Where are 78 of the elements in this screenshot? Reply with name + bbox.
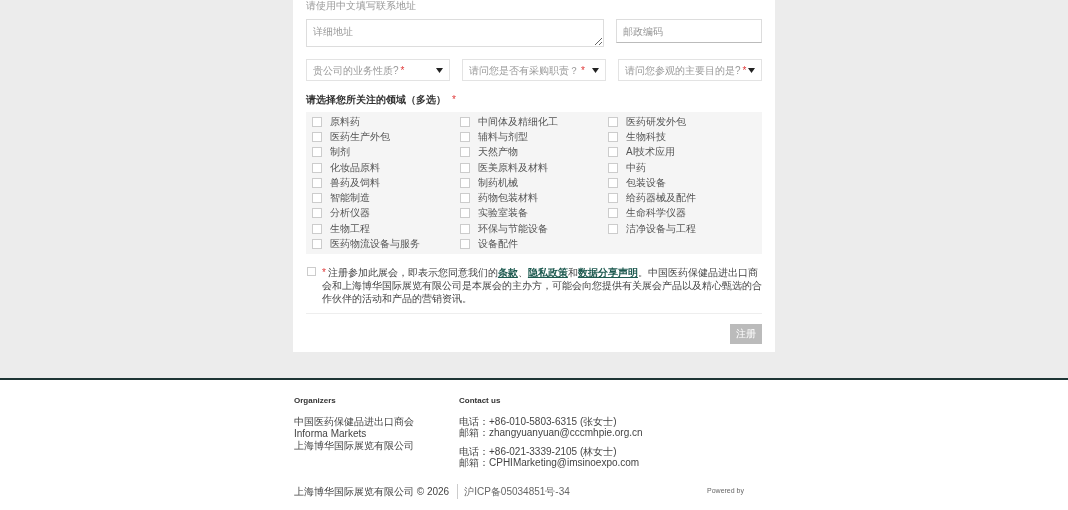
- checkbox-label: 药物包装材料: [478, 193, 538, 204]
- checkbox[interactable]: [608, 223, 618, 234]
- contact-text: 电话：+86-021-3339-2105 (林女士): [459, 446, 617, 457]
- checkbox[interactable]: [608, 147, 618, 158]
- contact-text: 电话：+86-010-5803-6315 (张女士): [459, 416, 618, 427]
- checkbox[interactable]: [460, 131, 470, 142]
- checkbox-label: 中药: [626, 162, 646, 173]
- terms-link[interactable]: 条款: [497, 266, 518, 278]
- checkbox-label: 原料药: [330, 116, 360, 127]
- checkbox-label: 实验室装备: [478, 208, 528, 219]
- checkbox-label: 生命科学仪器: [626, 208, 686, 219]
- postcode-field[interactable]: 邮政编码: [616, 19, 762, 43]
- checkbox-label: 医美原料及材料: [478, 162, 548, 173]
- consent-checkbox[interactable]: [307, 266, 316, 276]
- interests-label: 请选择您所关注的领域（多选） *: [306, 93, 457, 107]
- checkbox[interactable]: [312, 177, 322, 188]
- checkbox[interactable]: [460, 223, 470, 234]
- checkbox[interactable]: [312, 116, 322, 127]
- checkbox-label: 洁净设备与工程: [626, 223, 696, 234]
- checkbox-label: 化妆品原料: [330, 162, 380, 173]
- checkbox-label: 医药物流设备与服务: [330, 239, 420, 249]
- address-field[interactable]: 详细地址: [306, 19, 604, 47]
- checkbox-label: 兽药及饲料: [330, 177, 380, 188]
- checkbox[interactable]: [608, 208, 618, 219]
- checkbox-label: 医药研发外包: [626, 116, 686, 127]
- organizer-link[interactable]: 上海博华国际展览有限公司: [294, 440, 459, 452]
- select-dropdown[interactable]: 请问您参观的主要目的是? *: [618, 59, 762, 81]
- checkbox[interactable]: [608, 193, 618, 204]
- hint-text: 请使用中文填写联系地址: [306, 0, 417, 11]
- terms-link[interactable]: 数据分享声明: [577, 266, 638, 278]
- checkbox[interactable]: [312, 223, 322, 234]
- organizer-link[interactable]: 中国医药保健品进出口商会: [294, 416, 459, 428]
- organizer-link[interactable]: Informa Markets: [294, 428, 459, 440]
- checkbox[interactable]: [312, 162, 322, 173]
- checkbox[interactable]: [460, 208, 470, 219]
- checkbox-label: 辅料与剂型: [478, 131, 528, 142]
- checkbox-label: 环保与节能设备: [478, 223, 548, 234]
- checkbox[interactable]: [460, 116, 470, 127]
- checkbox-label: 分析仪器: [330, 208, 370, 219]
- checkbox-label: 智能制造: [330, 193, 370, 204]
- select-dropdown[interactable]: 请问您是否有采购职责？ *: [462, 59, 606, 81]
- checkbox[interactable]: [608, 131, 618, 142]
- checkbox[interactable]: [460, 162, 470, 173]
- checkbox[interactable]: [460, 193, 470, 204]
- caret-icon: [436, 67, 443, 73]
- column-heading: Organizers: [294, 395, 337, 407]
- checkbox-label: 制剂: [330, 147, 350, 158]
- terms-link[interactable]: 隐私政策: [527, 266, 568, 278]
- checkbox[interactable]: [312, 147, 322, 158]
- checkbox[interactable]: [460, 177, 470, 188]
- checkbox-label: 中间体及精细化工: [478, 116, 558, 127]
- checkbox-label: 制药机械: [478, 177, 518, 188]
- checkbox[interactable]: [460, 239, 470, 249]
- checkbox[interactable]: [608, 177, 618, 188]
- checkbox[interactable]: [312, 193, 322, 204]
- select-dropdown[interactable]: 贵公司的业务性质? *: [306, 59, 450, 81]
- icp-link[interactable]: 沪ICP备05034851号-34: [457, 484, 570, 499]
- contact-text: 邮箱：CPHIMarketing@imsinoexpo.com: [459, 457, 641, 468]
- checkbox[interactable]: [608, 116, 618, 127]
- checkbox-label: 给药器械及配件: [626, 193, 696, 204]
- checkbox[interactable]: [312, 208, 322, 219]
- checkbox-label: 医药生产外包: [330, 131, 390, 142]
- checkbox[interactable]: [608, 162, 618, 173]
- checkbox[interactable]: [312, 131, 322, 142]
- checkbox[interactable]: [312, 239, 322, 249]
- checkbox-label: 天然产物: [478, 147, 518, 158]
- consent-text: * 注册参加此展会，即表示您同意我们的条款、隐私政策和数据分享声明。中国医药保健品进出口商会和上海博华国际展览有限公司是本展会的主办方，可能会向您提供有关展会产品以及精心甄选的合作伙伴的活动和产品的营销资讯。: [322, 265, 762, 305]
- checkbox-label: AI技术应用: [626, 147, 676, 158]
- checkbox-label: 生物工程: [330, 223, 370, 234]
- caret-icon: [592, 67, 599, 73]
- checkbox-label: 生物科技: [626, 131, 666, 142]
- checkbox-label: 包装设备: [626, 177, 666, 188]
- column-heading: Contact us: [459, 395, 502, 407]
- contact-text: 邮箱：zhangyuanyuan@cccmhpie.org.cn: [459, 427, 643, 438]
- caret-icon: [748, 67, 755, 73]
- checkbox-label: 设备配件: [478, 239, 518, 249]
- copyright-text: 上海博华国际展览有限公司 © 2026: [294, 485, 450, 499]
- checkbox[interactable]: [460, 147, 470, 158]
